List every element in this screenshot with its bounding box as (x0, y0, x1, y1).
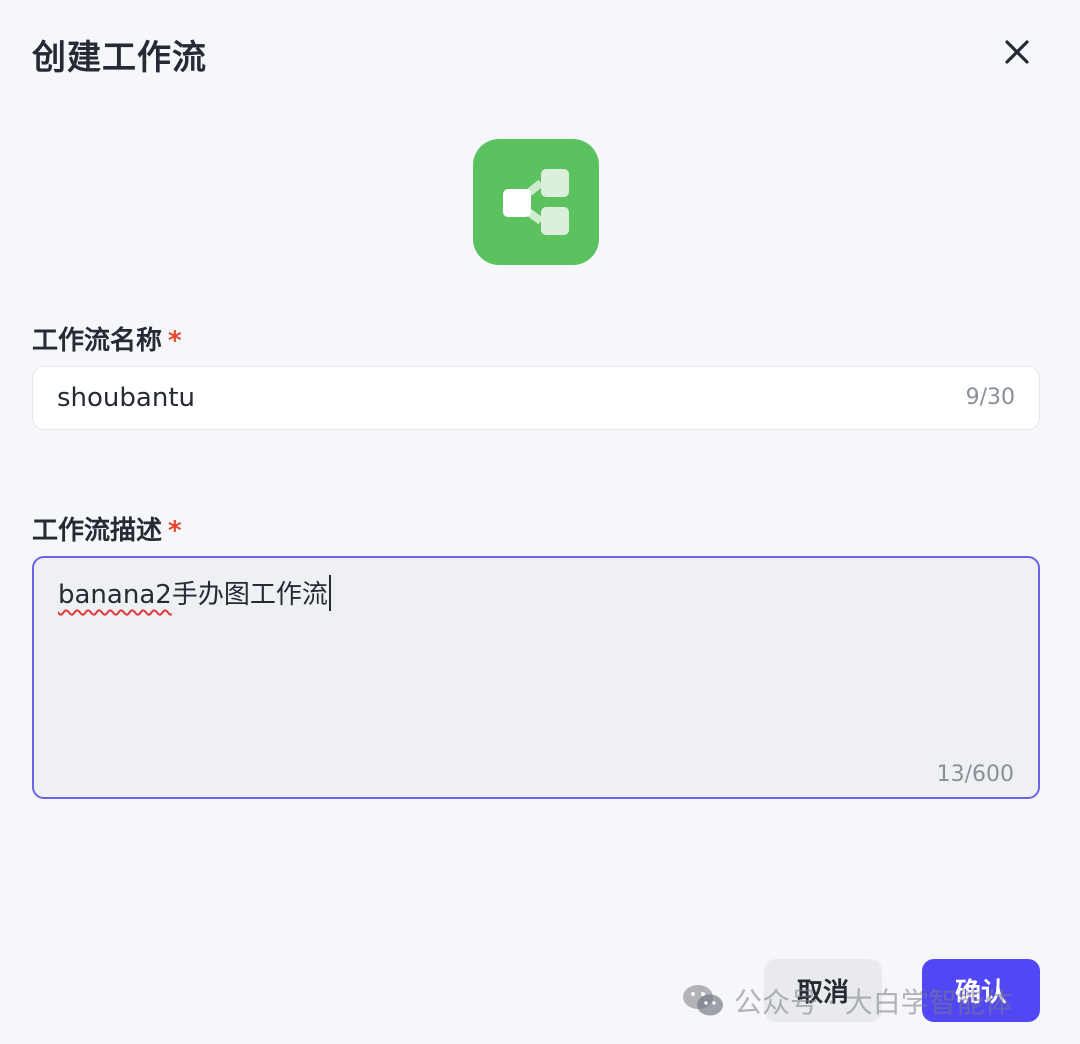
close-button[interactable] (996, 32, 1038, 74)
dialog-title: 创建工作流 (32, 38, 207, 78)
create-workflow-dialog: 创建工作流 工作流名称 * shoubantu 9/30 工作流描述 * banan… (0, 0, 1080, 1044)
text-caret (328, 575, 331, 611)
workflow-icon-picker[interactable] (473, 139, 599, 265)
cancel-button[interactable]: 取消 (764, 959, 882, 1022)
wechat-icon (683, 985, 723, 1016)
workflow-description-textarea[interactable]: banana2手办图工作流 13/600 (32, 556, 1040, 799)
description-input-value: banana2手办图工作流 (58, 574, 331, 611)
confirm-button[interactable]: 确认 (922, 959, 1040, 1022)
required-mark: * (168, 516, 182, 546)
name-input-value: shoubantu (57, 383, 195, 413)
name-field-label: 工作流名称 * (32, 320, 182, 357)
description-field-label: 工作流描述 * (32, 510, 182, 547)
description-label-text: 工作流描述 (32, 516, 163, 546)
name-label-text: 工作流名称 (32, 326, 163, 356)
workflow-name-input[interactable]: shoubantu 9/30 (32, 366, 1040, 430)
description-text: 手办图工作流 (171, 580, 328, 610)
required-mark: * (168, 326, 182, 356)
close-icon (1005, 40, 1029, 64)
description-char-counter: 13/600 (936, 762, 1014, 787)
name-char-counter: 9/30 (965, 385, 1015, 410)
workflow-share-icon (503, 169, 569, 235)
misspelled-word: banana2 (58, 580, 172, 610)
